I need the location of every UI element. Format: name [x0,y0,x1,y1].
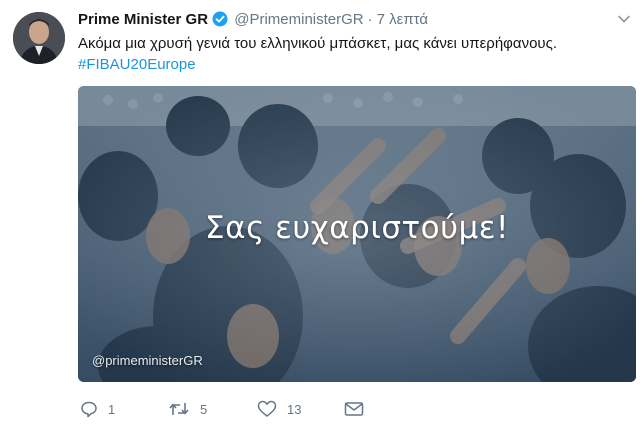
tweet-text: Ακόμα μια χρυσή γενιά του ελληνικού μπάσ… [78,33,628,75]
heart-icon [257,400,277,418]
reply-button[interactable]: 1 [80,398,115,420]
chevron-down-icon[interactable] [617,12,631,26]
overlay-caption: Σας ευχαριστούμε! [205,210,509,246]
tweet-media-image[interactable]: Σας ευχαριστούμε! @primeministerGR [78,86,636,382]
image-watermark: @primeministerGR [92,353,203,368]
author-name[interactable]: Prime Minister GR [78,11,208,28]
timestamp[interactable]: 7 λεπτά [377,11,428,28]
hashtag-link[interactable]: #FIBAU20Europe [78,54,628,75]
retweet-icon [168,400,190,418]
retweet-button[interactable]: 5 [168,398,207,420]
like-button[interactable]: 13 [257,398,301,420]
reply-count: 1 [108,401,116,417]
envelope-icon [344,401,364,417]
profile-photo-icon [13,12,65,64]
tweet[interactable]: Prime Minister GR @PrimeministerGR · 7 λεπ… [0,0,641,424]
reply-icon [80,400,98,418]
author-handle[interactable]: @PrimeministerGR [234,11,363,28]
tweet-header: Prime Minister GR @PrimeministerGR · 7 λεπ… [78,10,428,30]
separator: · [367,11,373,28]
direct-message-button[interactable] [344,398,364,420]
retweet-count: 5 [200,401,208,417]
tweet-body: Ακόμα μια χρυσή γενιά του ελληνικού μπάσ… [78,35,558,52]
like-count: 13 [287,401,302,417]
avatar[interactable] [13,12,65,64]
verified-badge-icon [212,11,228,33]
